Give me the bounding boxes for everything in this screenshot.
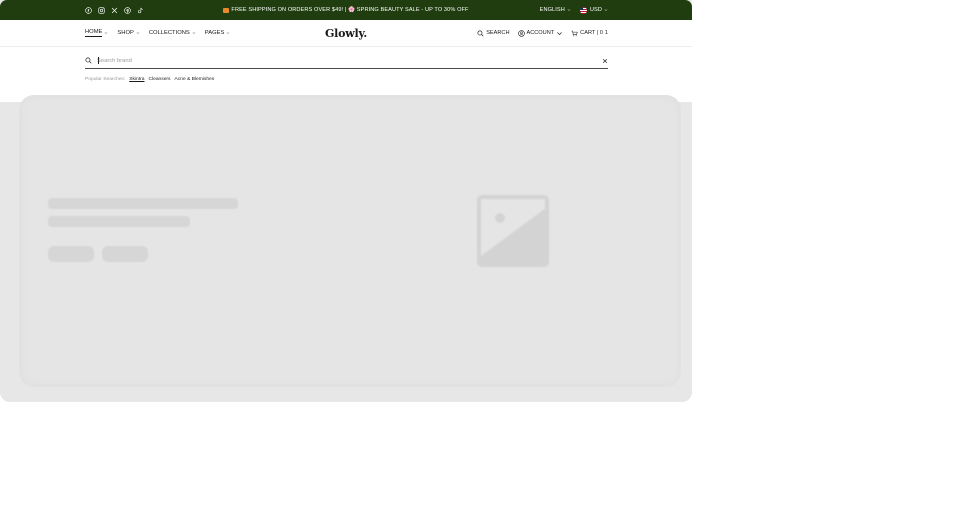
popular-search-term[interactable]: Acne & Blemishes [175, 77, 215, 82]
promo-text: FREE SHIPPING ON ORDERS OVER $49! | 🌸 SP… [231, 7, 469, 13]
account-button[interactable]: ACCOUNT [517, 29, 564, 37]
social-links [84, 0, 144, 20]
nav-item-collections[interactable]: COLLECTIONS [149, 30, 196, 36]
announcement-bar: FREE SHIPPING ON ORDERS OVER $49! | 🌸 SP… [0, 0, 692, 20]
language-selector[interactable]: ENGLISH [540, 7, 571, 13]
chevron-down-icon [567, 9, 571, 11]
chevron-down-icon [604, 9, 608, 11]
search-icon [477, 29, 484, 37]
user-icon [517, 29, 525, 37]
chevron-down-icon [192, 32, 196, 34]
search-bar [85, 53, 608, 69]
currency-label: USD [589, 7, 602, 13]
cart-icon [571, 30, 578, 36]
chevron-down-icon [136, 32, 140, 34]
popular-search-term[interactable]: Skintra [129, 77, 144, 82]
hero-skeleton-card [20, 96, 680, 386]
skeleton-button [102, 246, 148, 262]
skeleton-button [48, 246, 94, 262]
search-input[interactable] [97, 54, 602, 67]
site-logo[interactable]: Glowly. [296, 20, 396, 46]
nav-item-label: SHOP [117, 30, 134, 36]
nav-item-label: HOME [85, 29, 103, 37]
promo-message: FREE SHIPPING ON ORDERS OVER $49! | 🌸 SP… [180, 0, 512, 20]
x-icon[interactable] [110, 6, 118, 14]
cart-label: CART | 0 [580, 30, 603, 36]
search-panel: Popular Searches: Skintra Cleansers Acne… [0, 47, 692, 102]
locale-selectors: ENGLISH USD [540, 0, 608, 20]
nav-item-shop[interactable]: SHOP [117, 30, 140, 36]
nav-item-home[interactable]: HOME [85, 29, 108, 37]
popular-searches: Popular Searches: Skintra Cleansers Acne… [85, 77, 214, 82]
nav-item-label: PAGES [204, 30, 225, 36]
facebook-icon[interactable] [84, 6, 92, 14]
pinterest-icon[interactable] [123, 6, 131, 14]
main-nav: HOME SHOP COLLECTIONS PAGES [85, 20, 230, 46]
account-label: ACCOUNT [526, 30, 555, 36]
search-icon [85, 57, 92, 64]
site-header: HOME SHOP COLLECTIONS PAGES Glowly. SEAR… [0, 20, 692, 47]
logo-text: Glowly. [324, 26, 368, 40]
nav-item-label: COLLECTIONS [148, 30, 190, 36]
header-actions: SEARCH ACCOUNT CART | 01 [477, 20, 608, 46]
skeleton-subtitle-line [48, 216, 190, 227]
browser-viewport: FREE SHIPPING ON ORDERS OVER $49! | 🌸 SP… [0, 0, 692, 402]
instagram-icon[interactable] [97, 6, 105, 14]
skeleton-title-line [48, 198, 238, 209]
currency-selector[interactable]: USD [579, 6, 608, 14]
search-button[interactable]: SEARCH [477, 29, 510, 37]
page-content-skeleton [0, 96, 692, 402]
text-caret [98, 57, 99, 64]
chevron-down-icon [557, 31, 563, 35]
image-placeholder-icon [477, 195, 549, 267]
nav-item-pages[interactable]: PAGES [205, 30, 231, 36]
close-search-button[interactable] [602, 58, 608, 64]
language-label: ENGLISH [539, 7, 565, 13]
tiktok-icon[interactable] [136, 6, 144, 14]
cart-button[interactable]: CART | 01 [571, 30, 608, 37]
close-icon [602, 58, 608, 63]
cart-count: 1 [604, 30, 608, 36]
chevron-down-icon [226, 32, 230, 34]
chevron-down-icon [105, 32, 108, 34]
popular-search-term[interactable]: Cleansers [148, 77, 170, 82]
popular-searches-label: Popular Searches: [85, 77, 126, 82]
search-label: SEARCH [486, 30, 510, 36]
us-flag-icon [579, 6, 587, 14]
truck-emoji-icon [223, 7, 230, 13]
